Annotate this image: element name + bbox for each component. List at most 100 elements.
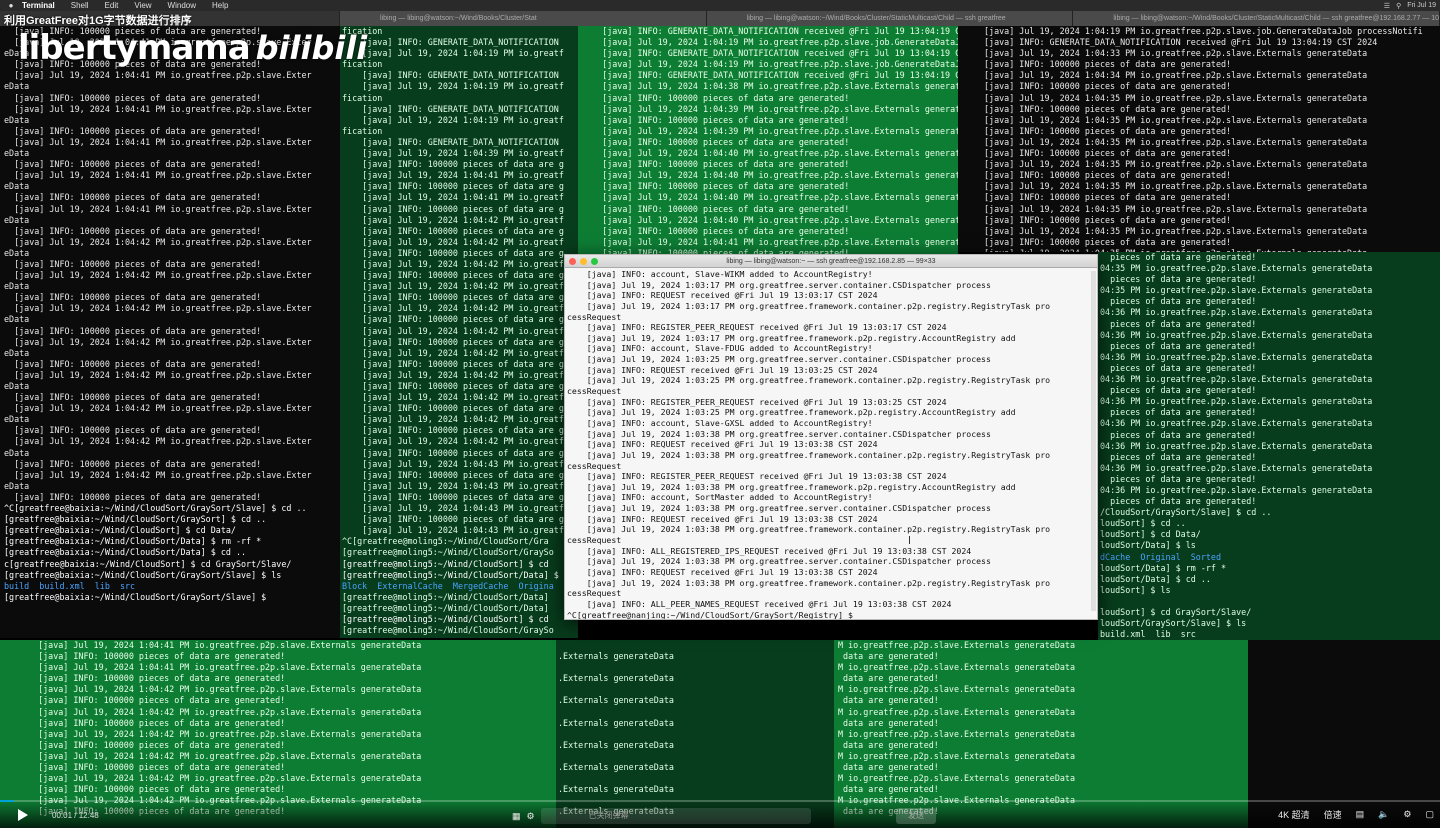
video-progress-bar[interactable]	[0, 800, 1440, 802]
subtitle-icon[interactable]: ▤	[1356, 809, 1365, 820]
terminal-line: [java] INFO: REGISTER_PEER_REQUEST recei…	[567, 396, 947, 407]
terminal-line: [java] Jul 19, 2024 1:04:19 PM io.greatf	[342, 48, 564, 59]
terminal-tab[interactable]: libing — libing@watson:~/Wind/Books/Clus…	[706, 11, 1074, 26]
menu-window[interactable]: Window	[168, 1, 196, 10]
terminal-line: [java] INFO: account, Slave-FDUG added t…	[567, 343, 873, 354]
quality-selector[interactable]: 4K 超清	[1278, 808, 1310, 821]
terminal-line: [java] Jul 19, 2024 1:04:35 PM io.greatf…	[984, 159, 1368, 170]
play-icon[interactable]	[18, 809, 28, 821]
terminal-line: [java] Jul 19, 2024 1:04:42 PM io.greatf	[342, 392, 564, 403]
terminal-line: [java] INFO: 100000 pieces of data are g	[342, 425, 564, 436]
terminal-line: [java] INFO: 100000 pieces of data are g…	[4, 225, 262, 236]
danmu-input[interactable]: 已关闭弹幕	[540, 808, 811, 824]
terminal-line: [greatfree@moling5:~/Wind/CloudSort/Data…	[342, 602, 549, 613]
scrollbar[interactable]	[1091, 271, 1096, 611]
terminal-line: [java] INFO: 100000 pieces of data are g…	[28, 739, 286, 750]
terminal-line: loudSort] $ cd Data/	[1100, 529, 1201, 540]
terminal-line: [java] INFO: 100000 pieces of data are g…	[582, 159, 850, 170]
terminal-line: pieces of data are generated!	[1100, 274, 1257, 285]
terminal-line: [java] Jul 19, 2024 1:04:19 PM io.greatf…	[582, 37, 958, 48]
terminal-line: .Externals generateData	[558, 673, 674, 684]
terminal-line: [java] Jul 19, 2024 1:04:40 PM io.greatf…	[582, 170, 958, 181]
terminal-line: [java] Jul 19, 2024 1:04:39 PM io.greatf…	[582, 103, 958, 114]
terminal-line: dCache Original Sorted	[1100, 551, 1222, 562]
terminal-pane-jianye-lower[interactable]: pieces of data are generated! 04:35 PM io…	[1098, 252, 1440, 640]
terminal-tab[interactable]: libing — libing@watson:~/Wind/Books/Clus…	[340, 11, 707, 26]
terminal-line: pieces of data are generated!	[1100, 451, 1257, 462]
send-button[interactable]: 发送	[896, 808, 936, 824]
registry-terminal-output[interactable]: [java] INFO: account, Slave-WIKM added t…	[567, 269, 1089, 619]
terminal-line: eData	[4, 414, 30, 425]
terminal-line: [java] INFO: 100000 pieces of data are g	[342, 469, 564, 480]
zoom-icon[interactable]	[591, 258, 598, 265]
terminal-line: 04:36 PM io.greatfree.p2p.slave.External…	[1100, 396, 1373, 407]
terminal-line: [java] INFO: 100000 pieces of data are g…	[4, 92, 262, 103]
terminal-line: pieces of data are generated!	[1100, 407, 1257, 418]
search-icon[interactable]: ⚲	[1396, 2, 1401, 10]
terminal-pane-baixia[interactable]: [java] INFO: 100000 pieces of data are g…	[0, 26, 340, 638]
terminal-line: data are generated!	[838, 673, 939, 684]
terminal-line: [java] Jul 19, 2024 1:04:43 PM io.greatf	[342, 458, 564, 469]
volume-icon[interactable]: 🔈	[1378, 809, 1389, 820]
terminal-line: [java] Jul 19, 2024 1:04:42 PM io.greatf…	[4, 469, 312, 480]
menu-help[interactable]: Help	[212, 1, 228, 10]
terminal-line: [java] INFO: 100000 pieces of data are g	[342, 247, 564, 258]
terminal-line: eData	[4, 447, 30, 458]
terminal-line: [java] Jul 19, 2024 1:04:41 PM io.greatf	[342, 170, 564, 181]
terminal-line: pieces of data are generated!	[1100, 318, 1257, 329]
danmu-settings-icon[interactable]: ⚙	[527, 811, 535, 822]
terminal-line: [java] INFO: 100000 pieces of data are g…	[984, 59, 1232, 70]
terminal-line: .Externals generateData	[558, 784, 674, 795]
apple-icon[interactable]: ●	[0, 1, 22, 10]
terminal-line: [java] Jul 19, 2024 1:04:40 PM io.greatf…	[582, 148, 958, 159]
terminal-line: .Externals generateData	[558, 651, 674, 662]
terminal-line: [java] Jul 19, 2024 1:03:38 PM org.great…	[567, 556, 991, 567]
terminal-line: [greatfree@baixia:~/Wind/CloudSort/GrayS…	[4, 591, 272, 602]
terminal-line: eData	[4, 381, 30, 391]
terminal-line: [java] INFO: 100000 pieces of data are g…	[984, 81, 1232, 92]
menu-edit[interactable]: Edit	[105, 1, 119, 10]
terminal-pane-green[interactable]: [java] INFO: GENERATE_DATA_NOTIFICATION …	[578, 26, 958, 258]
speed-selector[interactable]: 倍速	[1324, 808, 1342, 821]
video-controls: 00:01 / 12:48 ▦ ⚙ 已关闭弹幕 发送 4K 超清 倍速 ▤ 🔈 …	[0, 800, 1440, 828]
terminal-line: cessRequest	[567, 460, 622, 471]
danmu-toggle-icon[interactable]: ▦	[512, 811, 521, 822]
terminal-line: [java] INFO: GENERATE_DATA_NOTIFICATION …	[984, 37, 1378, 48]
terminal-line: loudSort] $ ls	[1100, 584, 1171, 595]
terminal-pane-moling5[interactable]: fication [java] INFO: GENERATE_DATA_NOTI…	[340, 26, 578, 638]
menu-app-terminal[interactable]: Terminal	[22, 1, 55, 10]
terminal-line: ^C[greatfree@moling5:~/Wind/CloudSort/Gr…	[342, 536, 549, 547]
menu-view[interactable]: View	[134, 1, 151, 10]
terminal-line: [java] Jul 19, 2024 1:04:42 PM io.greatf	[342, 325, 564, 336]
terminal-line: /CloudSort/GraySort/Slave] $ cd ..	[1100, 507, 1272, 518]
terminal-line: 04:36 PM io.greatfree.p2p.slave.External…	[1100, 440, 1373, 451]
terminal-line: [java] INFO: 100000 pieces of data are g…	[4, 491, 262, 502]
terminal-line: [java] Jul 19, 2024 1:03:17 PM org.great…	[567, 279, 991, 290]
terminal-line: [java] INFO: 100000 pieces of data are g…	[4, 325, 262, 336]
menu-shell[interactable]: Shell	[71, 1, 89, 10]
terminal-pane-jianye[interactable]: [java] Jul 19, 2024 1:04:19 PM io.greatf…	[958, 26, 1440, 252]
terminal-line: data are generated!	[838, 717, 939, 728]
terminal-tab[interactable]: libing — libing@watson:~/Wind/Books/Clus…	[1073, 11, 1440, 26]
registry-terminal-window[interactable]: libing — libing@watson:~ — ssh greatfree…	[564, 254, 1098, 620]
window-titlebar[interactable]: libing — libing@watson:~ — ssh greatfree…	[565, 255, 1097, 268]
settings-icon[interactable]: ⚙	[1403, 809, 1411, 820]
terminal-line: [java] Jul 19, 2024 1:04:41 PM io.greatf	[342, 192, 564, 203]
terminal-line: [java] Jul 19, 2024 1:04:42 PM io.greatf	[342, 258, 564, 269]
terminal-line: [java] Jul 19, 2024 1:04:42 PM io.greatf	[342, 303, 564, 314]
wifi-icon[interactable]: ☰	[1384, 2, 1390, 10]
terminal-line: pieces of data are generated!	[1100, 473, 1257, 484]
close-icon[interactable]	[569, 258, 576, 265]
clock[interactable]: Fri Jul 19	[1407, 2, 1436, 9]
terminal-line: [java] INFO: 100000 pieces of data are g	[342, 270, 564, 281]
terminal-line: [java] INFO: 100000 pieces of data are g	[342, 336, 564, 347]
terminal-line: [java] Jul 19, 2024 1:04:42 PM io.greatf…	[4, 403, 312, 414]
terminal-line: [java] Jul 19, 2024 1:04:41 PM io.greatf…	[4, 70, 312, 81]
fullscreen-icon[interactable]: ▢	[1425, 809, 1434, 820]
terminal-line: [java] Jul 19, 2024 1:04:33 PM io.greatf…	[984, 48, 1368, 59]
terminal-line: [java] Jul 19, 2024 1:04:42 PM io.greatf…	[28, 728, 422, 739]
terminal-line: [java] Jul 19, 2024 1:03:25 PM org.great…	[567, 354, 991, 365]
minimize-icon[interactable]	[580, 258, 587, 265]
